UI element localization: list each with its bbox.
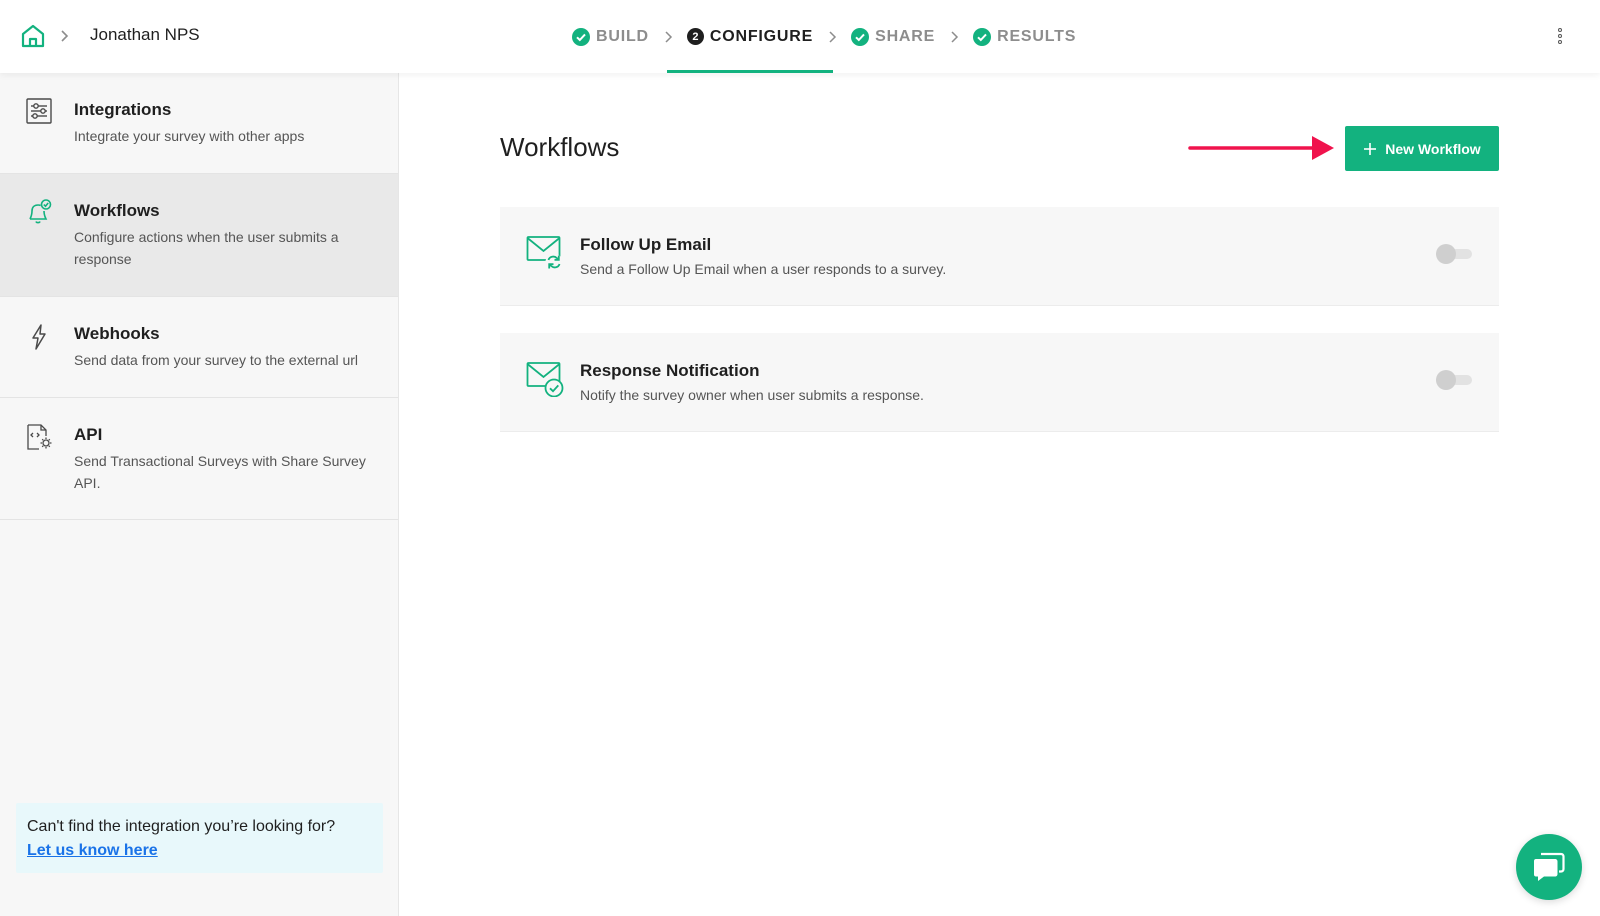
check-circle-icon: [973, 27, 992, 46]
page-title: Workflows: [500, 132, 620, 162]
new-workflow-button[interactable]: New Workflow: [1345, 126, 1499, 171]
step-number: 2: [686, 28, 704, 45]
home-icon[interactable]: [20, 23, 46, 49]
api-document-icon: [27, 424, 52, 450]
step-share[interactable]: SHARE: [849, 0, 937, 73]
top-bar: Jonathan NPS BUILD 2 CONFIGURE SHARE RES…: [0, 0, 1600, 73]
chevron-right-icon: [665, 30, 672, 43]
sidebar-item-integrations[interactable]: Integrations Integrate your survey with …: [0, 73, 398, 174]
step-label: SHARE: [875, 27, 936, 45]
chat-button[interactable]: [1516, 834, 1582, 900]
sidebar-item-title: Workflows: [74, 201, 160, 220]
step-label: CONFIGURE: [709, 27, 814, 45]
help-text: Can't find the integration you’re lookin…: [27, 818, 336, 835]
sidebar-item-description: Integrate your survey with other apps: [74, 128, 305, 144]
step-navigation: BUILD 2 CONFIGURE SHARE RESULTS: [570, 0, 1078, 73]
check-circle-icon: [572, 27, 590, 46]
chevron-right-icon: [829, 30, 837, 43]
sidebar-item-title: Integrations: [74, 100, 172, 119]
integration-help-box: Can't find the integration you’re lookin…: [16, 803, 383, 873]
workflow-description: Send a Follow Up Email when a user respo…: [580, 261, 947, 277]
chat-bubble-icon: [1534, 852, 1565, 881]
mail-check-icon: [526, 362, 564, 397]
step-build[interactable]: BUILD: [570, 0, 651, 73]
arrow-right-icon: [1188, 136, 1334, 160]
sidebar: Integrations Integrate your survey with …: [0, 73, 399, 916]
plus-icon: [1364, 142, 1377, 155]
new-workflow-label: New Workflow: [1385, 140, 1481, 157]
more-options-icon[interactable]: [1556, 26, 1564, 46]
workflow-card-follow-up-email[interactable]: Follow Up Email Send a Follow Up Email w…: [500, 207, 1499, 306]
sidebar-item-description: Send Transactional Surveys with Share Su…: [74, 453, 366, 491]
step-configure[interactable]: 2 CONFIGURE: [666, 0, 834, 73]
workflow-title: Response Notification: [580, 361, 760, 380]
sidebar-item-title: API: [74, 425, 103, 444]
step-results[interactable]: RESULTS: [971, 0, 1078, 73]
chevron-right-icon: [61, 30, 69, 42]
mail-refresh-icon: [526, 236, 563, 271]
workflow-title: Follow Up Email: [580, 235, 712, 254]
bell-check-icon: [29, 199, 52, 224]
check-circle-icon: [851, 27, 870, 46]
sidebar-item-api[interactable]: API Send Transactional Surveys with Shar…: [0, 398, 398, 520]
response-notification-toggle[interactable]: [1436, 370, 1472, 390]
lightning-icon: [32, 324, 46, 350]
chevron-right-icon: [951, 30, 959, 43]
follow-up-email-toggle[interactable]: [1436, 244, 1472, 264]
let-us-know-link[interactable]: Let us know here: [27, 839, 372, 863]
sidebar-item-description: Send data from your survey to the extern…: [74, 352, 359, 368]
sidebar-item-webhooks[interactable]: Webhooks Send data from your survey to t…: [0, 297, 398, 398]
step-label: BUILD: [596, 27, 649, 45]
survey-name[interactable]: Jonathan NPS: [90, 25, 200, 45]
integrations-icon: [26, 98, 52, 124]
sidebar-item-title: Webhooks: [74, 324, 160, 343]
step-label: RESULTS: [997, 27, 1077, 45]
workflow-card-response-notification[interactable]: Response Notification Notify the survey …: [500, 333, 1499, 432]
workflow-description: Notify the survey owner when user submit…: [580, 387, 924, 403]
sidebar-item-workflows[interactable]: Workflows Configure actions when the use…: [0, 174, 398, 297]
sidebar-item-description: Configure actions when the user submits …: [74, 229, 339, 267]
